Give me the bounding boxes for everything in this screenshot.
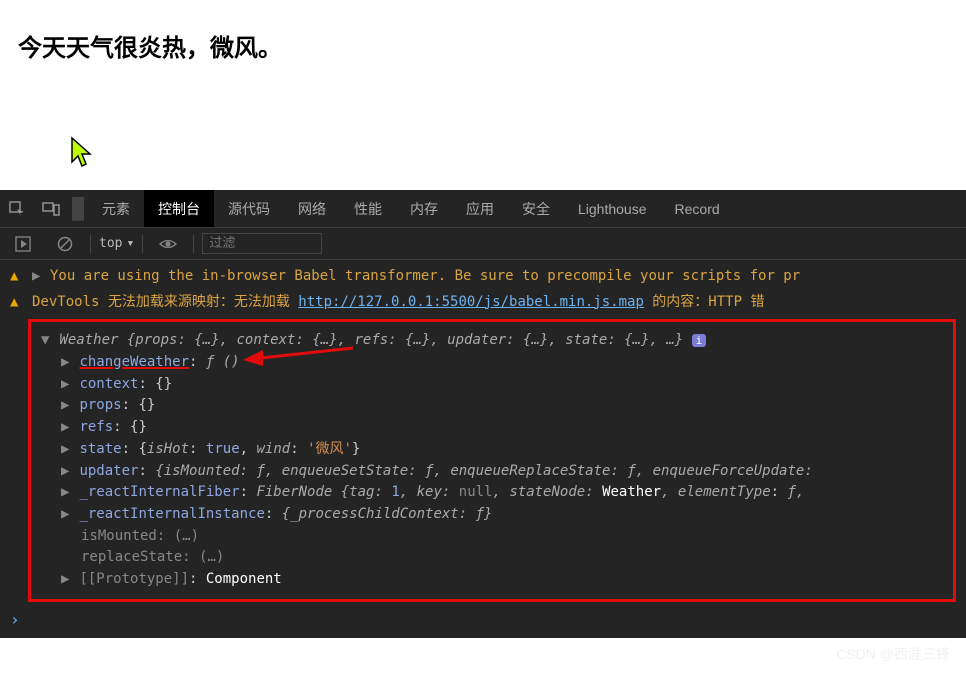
tab-network[interactable]: 网络	[284, 190, 340, 227]
watermark: CSDN @西涯三锋	[836, 644, 950, 664]
inspect-icon[interactable]	[0, 190, 34, 227]
console-prompt[interactable]: ›	[0, 606, 966, 635]
prop-updater[interactable]: ▶ updater: {isMounted: ƒ, enqueueSetStat…	[41, 461, 947, 483]
prop-changeWeather[interactable]: ▶ changeWeather: ƒ ()	[41, 352, 947, 374]
sourcemap-link[interactable]: http://127.0.0.1:5500/js/babel.min.js.ma…	[298, 294, 644, 310]
rendered-page: 今天天气很炎热，微风。	[0, 0, 966, 190]
logged-object: ▼ Weather {props: {…}, context: {…}, ref…	[28, 319, 956, 601]
warning-row: ▲ DevTools 无法加载来源映射：无法加载 http://127.0.0.…	[0, 290, 966, 316]
tab-sources[interactable]: 源代码	[214, 190, 284, 227]
warning-icon: ▲	[10, 266, 24, 288]
console-toolbar: top▾	[0, 228, 966, 260]
cursor-icon	[70, 136, 94, 170]
divider	[72, 197, 84, 221]
tab-security[interactable]: 安全	[508, 190, 564, 227]
divider	[142, 235, 143, 253]
filter-input[interactable]	[202, 233, 322, 254]
tab-recorder[interactable]: Record	[661, 190, 734, 227]
prop-refs[interactable]: ▶ refs: {}	[41, 417, 947, 439]
chevron-down-icon: ▾	[126, 236, 134, 251]
divider	[90, 235, 91, 253]
devtools-tabs: 元素 控制台 源代码 网络 性能 内存 应用 安全 Lighthouse Rec…	[0, 190, 966, 228]
device-toggle-icon[interactable]	[34, 190, 68, 227]
tab-console[interactable]: 控制台	[144, 190, 214, 227]
prop-react-instance[interactable]: ▶ _reactInternalInstance: {_processChild…	[41, 504, 947, 526]
prop-react-fiber[interactable]: ▶ _reactInternalFiber: FiberNode {tag: 1…	[41, 482, 947, 504]
divider	[193, 235, 194, 253]
clear-icon[interactable]	[48, 228, 82, 259]
warning-text: DevTools 无法加载来源映射：无法加载 http://127.0.0.1:…	[32, 292, 764, 314]
warning-text: You are using the in-browser Babel trans…	[50, 266, 800, 288]
expand-triangle-icon[interactable]: ▶	[32, 266, 42, 288]
play-icon[interactable]	[6, 228, 40, 259]
annotation-arrow-icon	[243, 344, 353, 366]
context-selector[interactable]: top▾	[99, 236, 134, 251]
tab-memory[interactable]: 内存	[396, 190, 452, 227]
object-header[interactable]: ▼ Weather {props: {…}, context: {…}, ref…	[41, 330, 947, 352]
prop-state[interactable]: ▶ state: {isHot: true, wind: '微风'}	[41, 439, 947, 461]
tab-performance[interactable]: 性能	[340, 190, 396, 227]
devtools-panel: 元素 控制台 源代码 网络 性能 内存 应用 安全 Lighthouse Rec…	[0, 190, 966, 638]
console-messages: ▲ ▶ You are using the in-browser Babel t…	[0, 260, 966, 638]
tab-application[interactable]: 应用	[452, 190, 508, 227]
eye-icon[interactable]	[151, 228, 185, 259]
prop-context[interactable]: ▶ context: {}	[41, 374, 947, 396]
collapse-triangle-icon[interactable]: ▼	[41, 330, 51, 352]
prop-prototype[interactable]: ▶ [[Prototype]]: Component	[41, 569, 947, 591]
tab-elements[interactable]: 元素	[88, 190, 144, 227]
warning-row: ▲ ▶ You are using the in-browser Babel t…	[0, 264, 966, 290]
info-badge[interactable]: i	[692, 334, 707, 347]
prop-props[interactable]: ▶ props: {}	[41, 395, 947, 417]
warning-icon: ▲	[10, 292, 24, 314]
prop-replaceState[interactable]: replaceState: (…)	[41, 547, 947, 569]
page-heading: 今天天气很炎热，微风。	[18, 28, 948, 63]
tab-lighthouse[interactable]: Lighthouse	[564, 190, 661, 227]
prop-isMounted[interactable]: isMounted: (…)	[41, 526, 947, 548]
